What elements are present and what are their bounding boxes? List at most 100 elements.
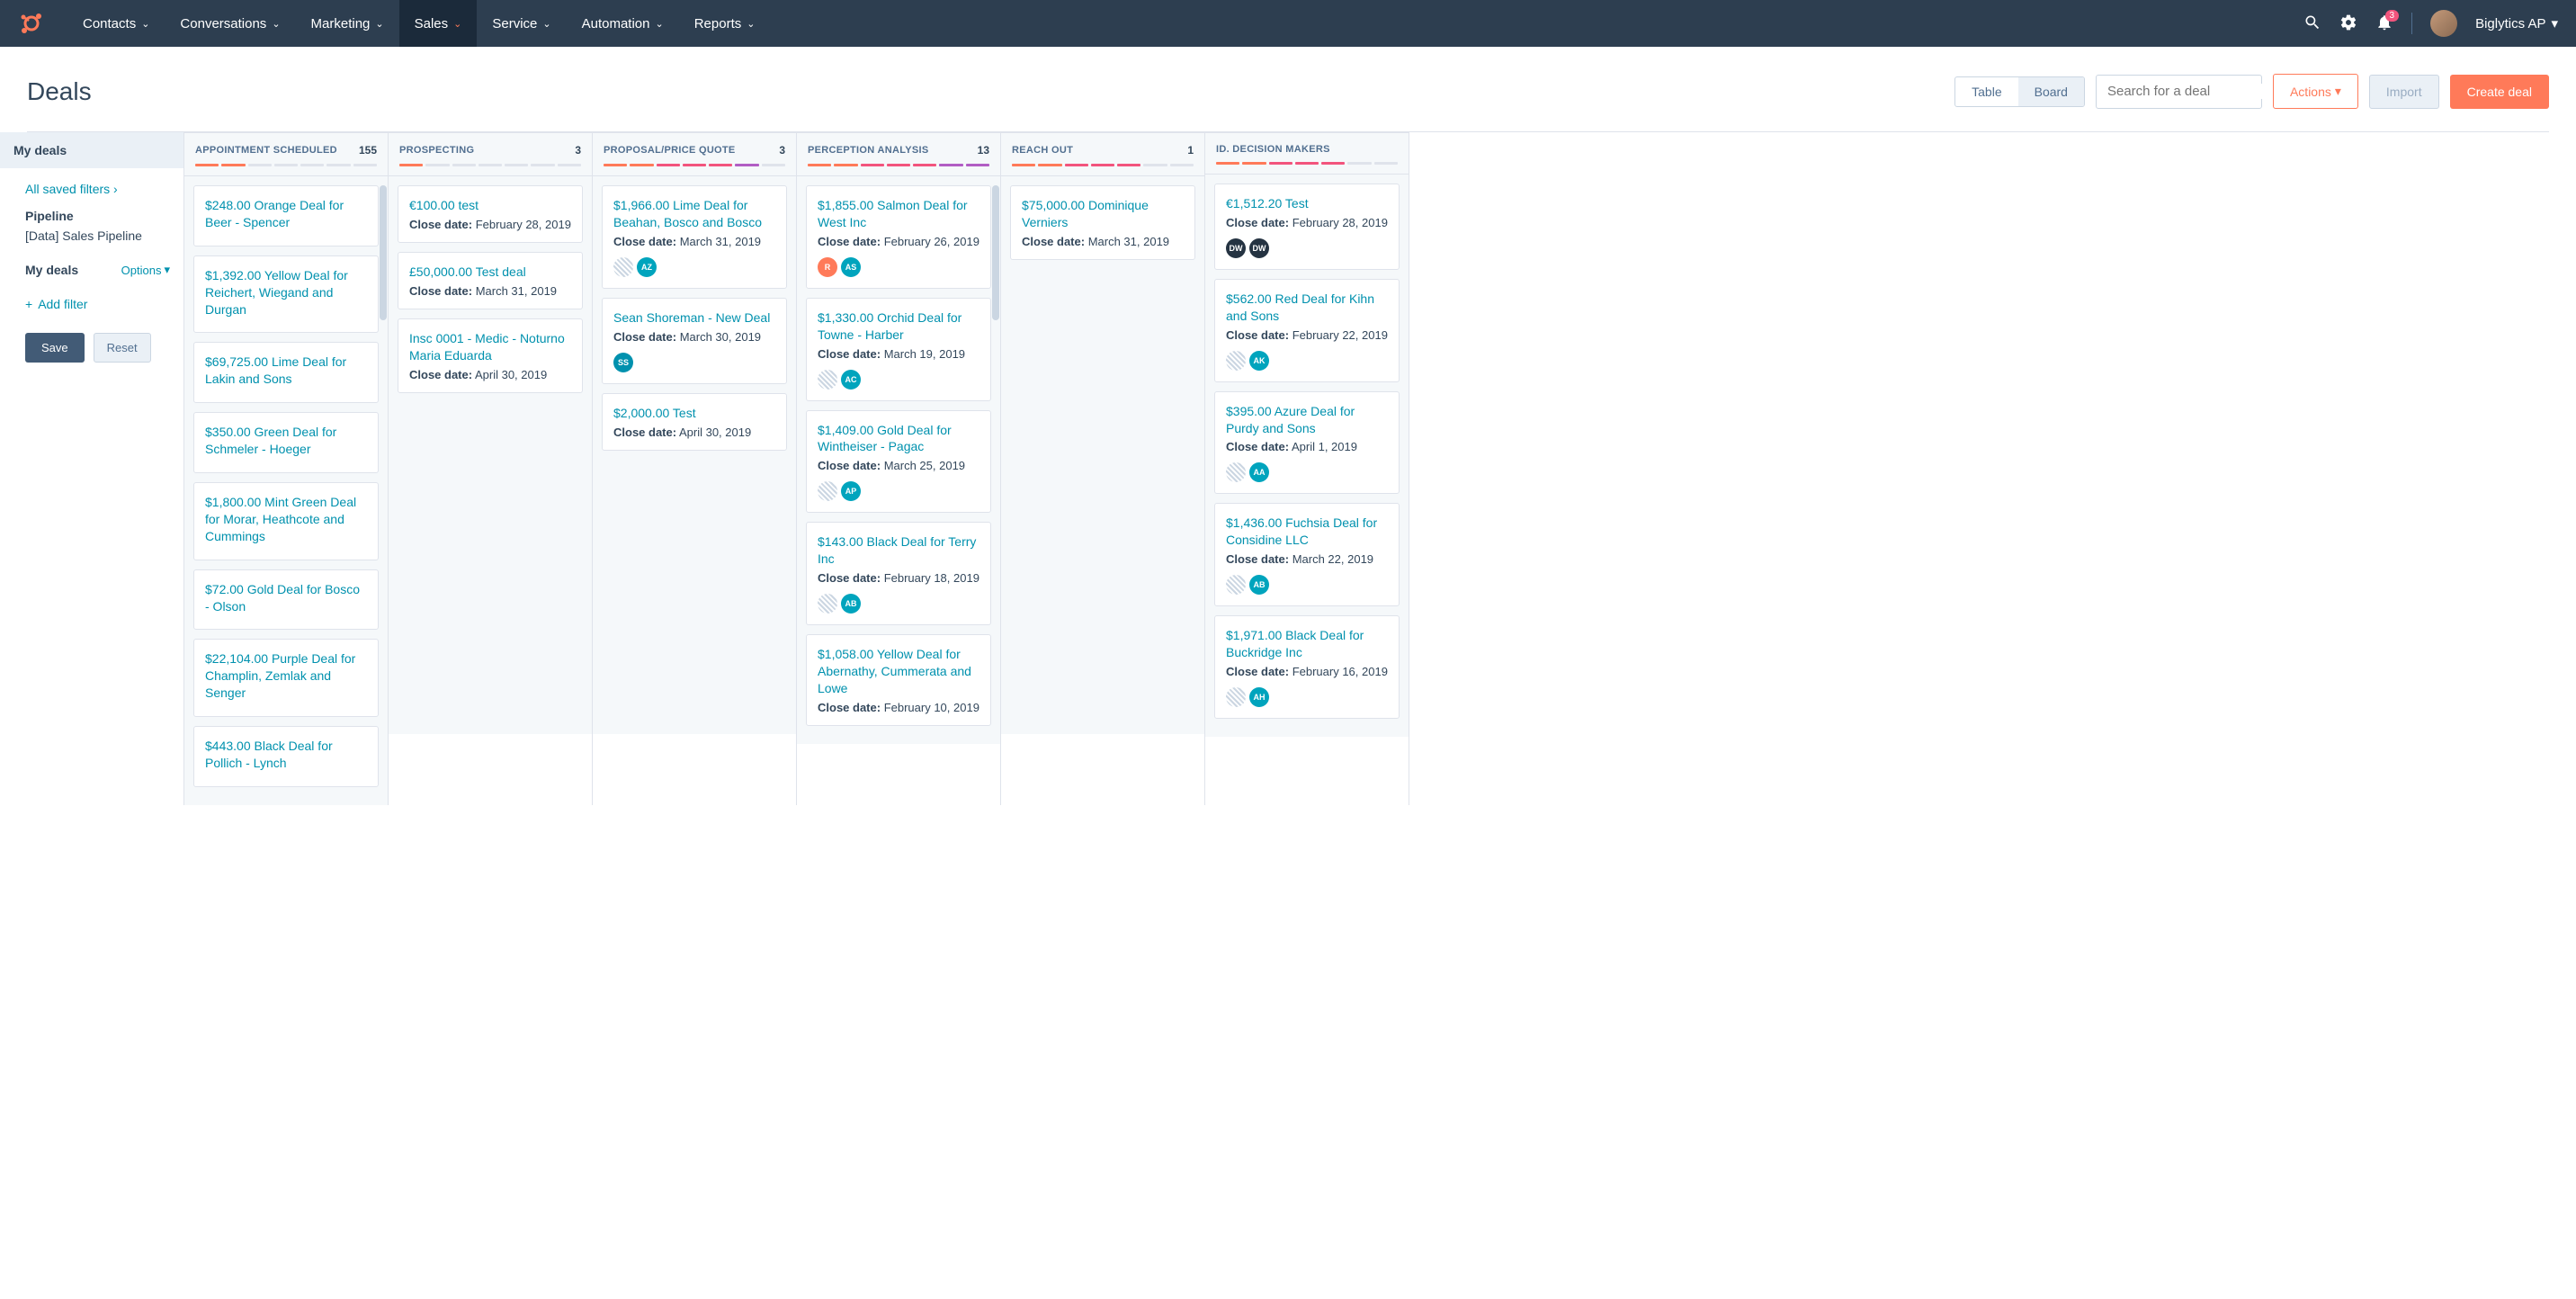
avatar[interactable]: DW xyxy=(1249,238,1269,258)
add-filter-button[interactable]: + Add filter xyxy=(25,297,170,311)
progress-bar xyxy=(195,164,377,166)
nav-item-marketing[interactable]: Marketing⌄ xyxy=(296,0,399,47)
search-box[interactable] xyxy=(2096,75,2262,109)
avatars: DWDW xyxy=(1226,238,1388,258)
deal-card[interactable]: $1,436.00 Fuchsia Deal for Considine LLC… xyxy=(1214,503,1400,606)
avatars: AB xyxy=(1226,575,1388,595)
actions-label: Actions xyxy=(2290,85,2331,99)
card-title: $350.00 Green Deal for Schmeler - Hoeger xyxy=(205,424,367,458)
avatar[interactable]: AP xyxy=(841,481,861,501)
import-button[interactable]: Import xyxy=(2369,75,2439,109)
deal-card[interactable]: $22,104.00 Purple Deal for Champlin, Zem… xyxy=(193,639,379,717)
deal-card[interactable]: €100.00 test Close date: February 28, 20… xyxy=(398,185,583,243)
deal-card[interactable]: $75,000.00 Dominique Verniers Close date… xyxy=(1010,185,1195,260)
deal-card[interactable]: $350.00 Green Deal for Schmeler - Hoeger xyxy=(193,412,379,473)
nav-item-label: Contacts xyxy=(83,16,136,31)
scrollbar[interactable] xyxy=(992,185,999,320)
column: PROSPECTING 3 €100.00 test Close date: F… xyxy=(389,132,593,805)
deal-card[interactable]: $443.00 Black Deal for Pollich - Lynch xyxy=(193,726,379,787)
avatar[interactable] xyxy=(1226,687,1246,707)
create-deal-button[interactable]: Create deal xyxy=(2450,75,2549,109)
add-filter-label: Add filter xyxy=(38,297,87,311)
avatar[interactable] xyxy=(818,370,837,390)
card-title: $72.00 Gold Deal for Bosco - Olson xyxy=(205,581,367,615)
avatar[interactable]: R xyxy=(818,257,837,277)
avatar[interactable]: AZ xyxy=(637,257,657,277)
column-body: $1,855.00 Salmon Deal for West Inc Close… xyxy=(797,176,1000,744)
deal-card[interactable]: $1,855.00 Salmon Deal for West Inc Close… xyxy=(806,185,991,289)
deal-card[interactable]: $248.00 Orange Deal for Beer - Spencer xyxy=(193,185,379,246)
gear-icon[interactable] xyxy=(2339,13,2357,34)
view-board-button[interactable]: Board xyxy=(2018,77,2084,106)
avatar[interactable]: AB xyxy=(841,594,861,614)
avatar[interactable]: AS xyxy=(841,257,861,277)
deal-card[interactable]: $1,058.00 Yellow Deal for Abernathy, Cum… xyxy=(806,634,991,726)
nav-item-label: Conversations xyxy=(180,16,266,31)
deal-card[interactable]: $2,000.00 Test Close date: April 30, 201… xyxy=(602,393,787,451)
card-close-date: Close date: March 19, 2019 xyxy=(818,347,979,361)
scrollbar[interactable] xyxy=(380,185,387,320)
avatar[interactable]: AK xyxy=(1249,351,1269,371)
card-close-date: Close date: February 22, 2019 xyxy=(1226,328,1388,342)
user-avatar[interactable] xyxy=(2430,10,2457,37)
user-menu[interactable]: Biglytics AP ▾ xyxy=(2475,15,2558,31)
avatar[interactable] xyxy=(1226,351,1246,371)
avatar[interactable] xyxy=(818,481,837,501)
card-title: $248.00 Orange Deal for Beer - Spencer xyxy=(205,197,367,231)
deal-card[interactable]: €1,512.20 Test Close date: February 28, … xyxy=(1214,184,1400,270)
deal-card[interactable]: $1,392.00 Yellow Deal for Reichert, Wieg… xyxy=(193,255,379,334)
column-count: 155 xyxy=(359,144,377,157)
deal-card[interactable]: $1,409.00 Gold Deal for Wintheiser - Pag… xyxy=(806,410,991,514)
avatar[interactable]: AA xyxy=(1249,462,1269,482)
nav-item-automation[interactable]: Automation⌄ xyxy=(567,0,679,47)
nav-item-sales[interactable]: Sales⌄ xyxy=(399,0,478,47)
board-wrapper[interactable]: APPOINTMENT SCHEDULED 155 $248.00 Orange… xyxy=(183,132,2576,805)
bell-icon[interactable]: 3 xyxy=(2375,13,2393,34)
nav-item-service[interactable]: Service⌄ xyxy=(477,0,566,47)
avatar[interactable]: AC xyxy=(841,370,861,390)
options-dropdown[interactable]: Options ▾ xyxy=(121,263,170,277)
deal-card[interactable]: £50,000.00 Test deal Close date: March 3… xyxy=(398,252,583,309)
deal-card[interactable]: Insc 0001 - Medic - Noturno Maria Eduard… xyxy=(398,318,583,393)
all-saved-filters-link[interactable]: All saved filters › xyxy=(25,182,170,196)
save-button[interactable]: Save xyxy=(25,333,85,363)
search-icon[interactable] xyxy=(2303,13,2321,34)
nav-item-reports[interactable]: Reports⌄ xyxy=(679,0,771,47)
deal-card[interactable]: $1,966.00 Lime Deal for Beahan, Bosco an… xyxy=(602,185,787,289)
sidebar: My deals All saved filters › Pipeline [D… xyxy=(0,132,183,805)
avatar[interactable]: AB xyxy=(1249,575,1269,595)
deal-card[interactable]: Sean Shoreman - New Deal Close date: Mar… xyxy=(602,298,787,384)
plus-icon: + xyxy=(25,297,32,311)
deal-card[interactable]: $1,330.00 Orchid Deal for Towne - Harber… xyxy=(806,298,991,401)
deal-card[interactable]: $69,725.00 Lime Deal for Lakin and Sons xyxy=(193,342,379,403)
view-table-button[interactable]: Table xyxy=(1955,77,2017,106)
card-title: $22,104.00 Purple Deal for Champlin, Zem… xyxy=(205,650,367,702)
search-input[interactable] xyxy=(2107,84,2286,99)
deal-card[interactable]: $395.00 Azure Deal for Purdy and Sons Cl… xyxy=(1214,391,1400,495)
hubspot-logo[interactable] xyxy=(18,10,45,37)
actions-button[interactable]: Actions ▾ xyxy=(2273,74,2358,109)
top-navigation: Contacts⌄Conversations⌄Marketing⌄Sales⌄S… xyxy=(0,0,2576,47)
avatars: AK xyxy=(1226,351,1388,371)
sidebar-tab-my-deals[interactable]: My deals xyxy=(0,132,183,168)
options-label: Options xyxy=(121,264,162,277)
deal-card[interactable]: $72.00 Gold Deal for Bosco - Olson xyxy=(193,569,379,631)
deal-card[interactable]: $1,800.00 Mint Green Deal for Morar, Hea… xyxy=(193,482,379,560)
avatar[interactable] xyxy=(613,257,633,277)
avatar[interactable]: DW xyxy=(1226,238,1246,258)
nav-item-label: Service xyxy=(492,16,537,31)
avatar[interactable] xyxy=(818,594,837,614)
avatar[interactable]: SS xyxy=(613,353,633,372)
card-title: €1,512.20 Test xyxy=(1226,195,1388,212)
nav-item-conversations[interactable]: Conversations⌄ xyxy=(165,0,295,47)
reset-button[interactable]: Reset xyxy=(94,333,151,363)
deal-card[interactable]: $143.00 Black Deal for Terry Inc Close d… xyxy=(806,522,991,625)
progress-bar xyxy=(604,164,785,166)
deal-card[interactable]: $1,971.00 Black Deal for Buckridge Inc C… xyxy=(1214,615,1400,719)
deal-card[interactable]: $562.00 Red Deal for Kihn and Sons Close… xyxy=(1214,279,1400,382)
avatar[interactable] xyxy=(1226,462,1246,482)
nav-item-contacts[interactable]: Contacts⌄ xyxy=(67,0,165,47)
user-name-label: Biglytics AP xyxy=(2475,16,2545,31)
avatar[interactable] xyxy=(1226,575,1246,595)
avatar[interactable]: AH xyxy=(1249,687,1269,707)
